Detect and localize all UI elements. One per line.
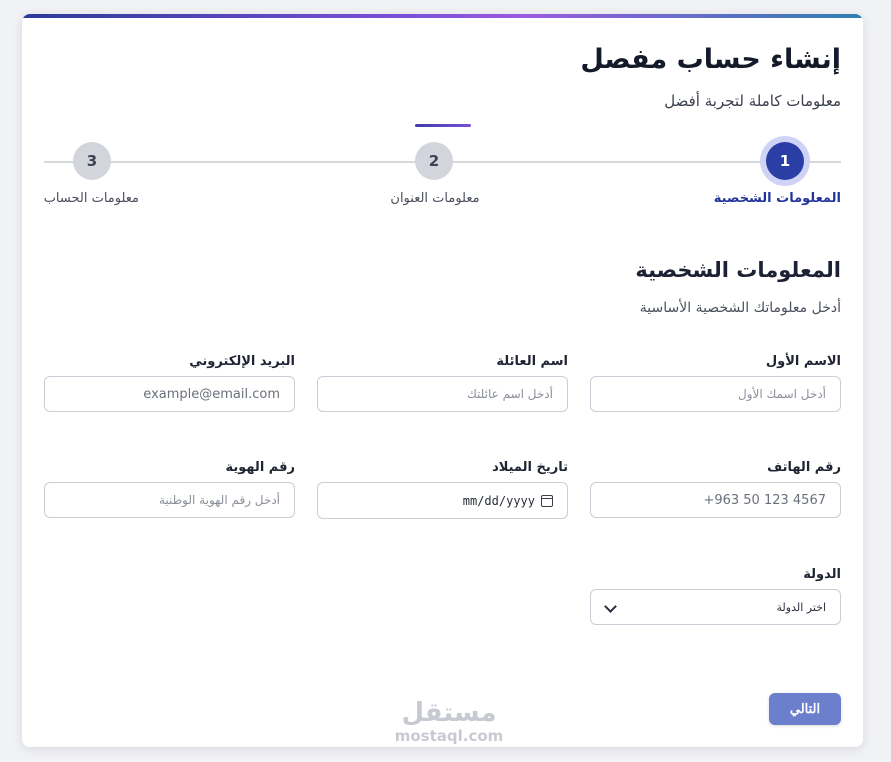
step-3-circle[interactable]: 3 [73, 142, 111, 180]
birth-date-label: تاريخ الميلاد [492, 460, 568, 475]
next-button[interactable]: التالي [769, 693, 841, 725]
page-title: إنشاء حساب مفصل [580, 44, 841, 75]
watermark-latin: mostaql.com [394, 727, 504, 745]
id-number-placeholder: أدخل رقم الهوية الوطنية [158, 493, 280, 507]
birth-date-input[interactable]: mm/dd/yyyy [317, 482, 568, 519]
email-label: البريد الإلكتروني [189, 354, 295, 369]
id-number-input[interactable]: أدخل رقم الهوية الوطنية [44, 482, 295, 518]
first-name-label: الاسم الأول [765, 354, 841, 369]
last-name-placeholder: أدخل اسم عائلتك [466, 387, 553, 401]
section-subtitle: أدخل معلوماتك الشخصية الأساسية [639, 300, 841, 316]
phone-placeholder: +963 50 123 4567 [703, 492, 826, 508]
title-underline [415, 124, 471, 127]
birth-date-placeholder: mm/dd/yyyy [462, 493, 535, 508]
gradient-top-bar [22, 14, 863, 18]
email-placeholder: example@email.com [143, 386, 280, 402]
country-select[interactable]: اختر الدولة [590, 589, 841, 625]
last-name-input[interactable]: أدخل اسم عائلتك [317, 376, 568, 412]
page-subtitle: معلومات كاملة لتجربة أفضل [664, 92, 841, 110]
step-2-label: معلومات العنوان [390, 191, 480, 206]
signup-card: إنشاء حساب مفصل معلومات كاملة لتجربة أفض… [22, 14, 863, 747]
step-2-circle[interactable]: 2 [415, 142, 453, 180]
step-1-label: المعلومات الشخصية [713, 191, 841, 206]
first-name-placeholder: أدخل اسمك الأول [738, 387, 826, 401]
email-input[interactable]: example@email.com [44, 376, 295, 412]
country-selected-value: اختر الدولة [776, 600, 826, 614]
chevron-down-icon [605, 602, 615, 612]
phone-label: رقم الهاتف [767, 460, 841, 475]
mostaql-watermark: مستقل mostaql.com [394, 698, 504, 744]
first-name-input[interactable]: أدخل اسمك الأول [590, 376, 841, 412]
step-1-circle[interactable]: 1 [766, 142, 804, 180]
last-name-label: اسم العائلة [496, 354, 568, 369]
country-label: الدولة [803, 567, 841, 582]
section-title: المعلومات الشخصية [635, 258, 841, 282]
phone-input[interactable]: +963 50 123 4567 [590, 482, 841, 518]
id-number-label: رقم الهوية [225, 460, 295, 475]
calendar-icon[interactable] [541, 494, 553, 507]
step-3-label: معلومات الحساب [43, 191, 139, 206]
watermark-arabic: مستقل [401, 698, 497, 728]
